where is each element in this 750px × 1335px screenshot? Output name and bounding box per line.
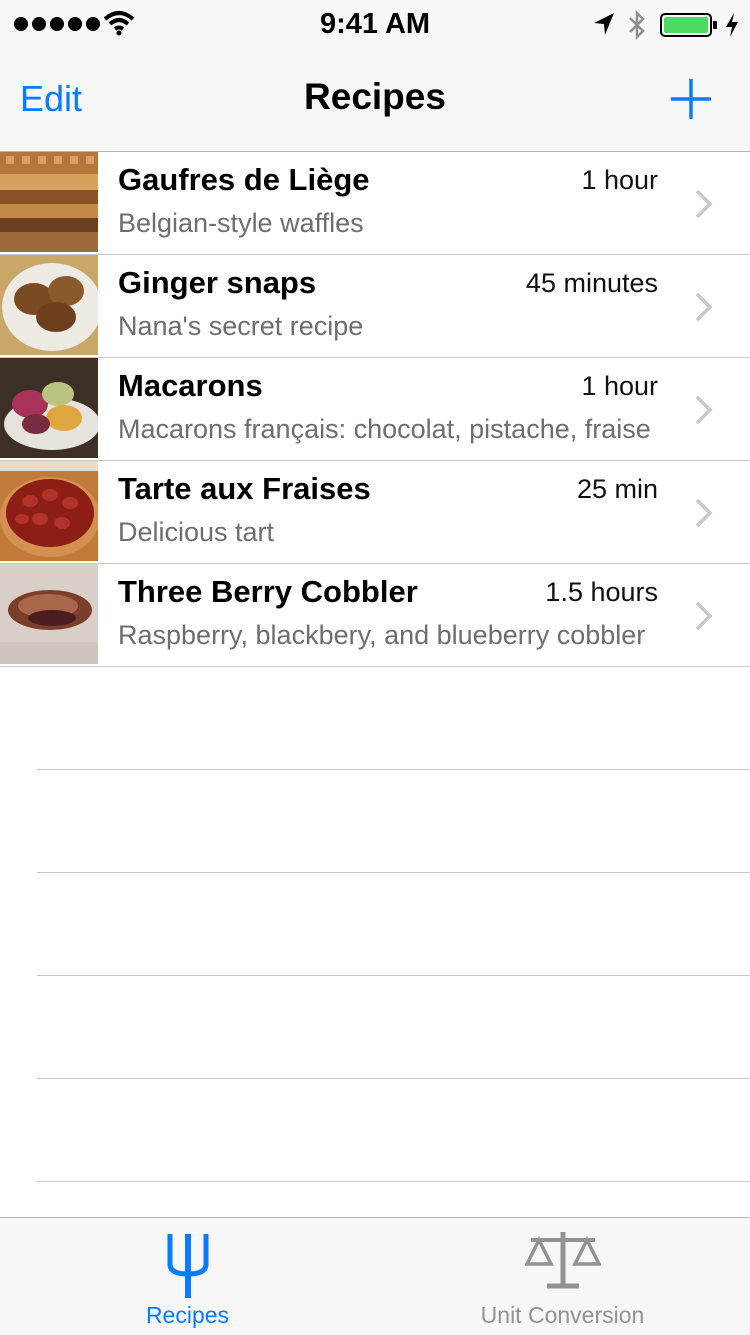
empty-row-separator (37, 873, 750, 976)
chevron-right-icon (695, 292, 713, 322)
battery-icon (660, 13, 717, 37)
scale-icon (524, 1232, 601, 1289)
recipe-prep-time: 1 hour (581, 371, 658, 401)
recipe-row[interactable]: Gaufres de Liège 1 hour Belgian-style wa… (0, 152, 750, 255)
recipe-prep-time: 45 minutes (525, 268, 658, 298)
chevron-right-icon (695, 601, 713, 631)
recipe-description: Macarons français: chocolat, pistache, f… (118, 414, 651, 444)
tab-label: Unit Conversion (480, 1302, 645, 1328)
strawberry-tart-thumbnail (0, 461, 98, 561)
recipe-prep-time: 25 min (576, 474, 658, 504)
chevron-right-icon (695, 189, 713, 219)
chevron-right-icon (695, 395, 713, 425)
recipe-description: Nana's secret recipe (118, 311, 364, 341)
recipe-row[interactable]: Three Berry Cobbler 1.5 hours Raspberry,… (0, 564, 750, 667)
navigation-bar: Edit Recipes (0, 48, 750, 152)
tab-label: Recipes (145, 1302, 230, 1328)
empty-row-separator (37, 667, 750, 770)
empty-table-area (0, 667, 750, 1182)
recipe-description: Belgian-style waffles (118, 208, 364, 238)
recipe-title: Tarte aux Fraises (118, 471, 371, 506)
chevron-right-icon (695, 498, 713, 528)
charging-bolt-icon (726, 13, 738, 37)
recipe-list: Gaufres de Liège 1 hour Belgian-style wa… (0, 152, 750, 667)
macarons-thumbnail (0, 358, 98, 458)
recipe-prep-time: 1.5 hours (545, 577, 658, 607)
location-arrow-icon (594, 13, 614, 35)
recipe-title: Gaufres de Liège (118, 162, 370, 197)
waffle-thumbnail (0, 152, 98, 252)
recipe-title: Three Berry Cobbler (118, 574, 418, 609)
recipe-title: Ginger snaps (118, 265, 317, 300)
recipe-row[interactable]: Tarte aux Fraises 25 min Delicious tart (0, 461, 750, 564)
empty-row-separator (37, 770, 750, 873)
recipe-description: Raspberry, blackbery, and blueberry cobb… (118, 620, 646, 650)
plus-icon[interactable] (668, 76, 714, 122)
recipe-row[interactable]: Ginger snaps 45 minutes Nana's secret re… (0, 255, 750, 358)
ginger-snaps-thumbnail (0, 255, 98, 355)
status-bar: 9:41 AM (0, 0, 750, 48)
tab-bar: Recipes Unit Conversion (0, 1217, 750, 1335)
berry-cobbler-thumbnail (0, 564, 98, 664)
page-title: Recipes (304, 76, 446, 117)
recipe-prep-time: 1 hour (581, 165, 658, 195)
fork-icon (167, 1234, 208, 1298)
recipe-title: Macarons (118, 368, 263, 403)
bluetooth-icon (629, 10, 645, 40)
empty-row-separator (37, 1079, 750, 1182)
recipe-row[interactable]: Macarons 1 hour Macarons français: choco… (0, 358, 750, 461)
tab-unit-conversion[interactable]: Unit Conversion (375, 1218, 750, 1335)
empty-row-separator (37, 976, 750, 1079)
tab-recipes[interactable]: Recipes (0, 1218, 375, 1335)
recipe-description: Delicious tart (118, 517, 275, 547)
